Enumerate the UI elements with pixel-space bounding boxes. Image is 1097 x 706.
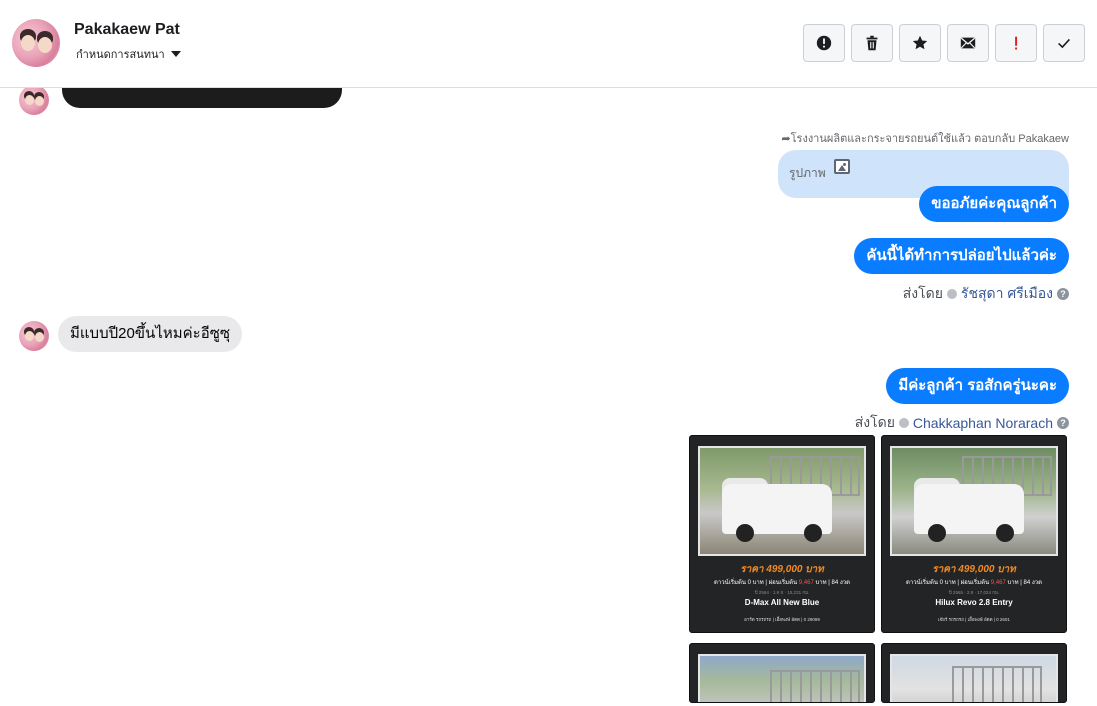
avatar[interactable]	[19, 321, 49, 351]
reply-arrow-icon: ➦	[781, 133, 791, 145]
reply-meta-text: โรงงานผลิตและกระจายรถยนต์ใช้แล้ว ตอบกลับ…	[790, 133, 1069, 145]
car-listing-card[interactable]	[881, 643, 1067, 703]
car-footer: เจ๊ยร์ รถรถรถ | เอื้อพงษ์ อัตต | 0 2601	[938, 617, 1010, 622]
car-footer: อาร์ต รถรถรถ | เอื้อพงษ์ อัตต | 0 29099	[744, 617, 820, 622]
car-listing-card[interactable]: ราคา 499,000 บาท ดาวน์เริ่มต้น 0 บาท | ผ…	[881, 435, 1067, 633]
important-button[interactable]	[995, 24, 1037, 62]
avatar[interactable]	[19, 88, 49, 115]
car-photo	[890, 654, 1058, 702]
verified-icon	[898, 418, 909, 428]
mail-icon	[960, 37, 976, 49]
car-photo	[890, 446, 1058, 556]
mark-unread-button[interactable]	[947, 24, 989, 62]
report-button[interactable]	[803, 24, 845, 62]
sent-by-label: ส่งโดย Chakkaphan Norarach ?	[855, 412, 1069, 434]
car-listing-card[interactable]	[689, 643, 875, 703]
verified-icon	[946, 289, 957, 299]
car-photo	[698, 654, 866, 702]
star-button[interactable]	[899, 24, 941, 62]
image-message-partial[interactable]	[62, 88, 342, 108]
trash-icon	[866, 35, 878, 51]
sender-name[interactable]: รัชสุดา ศรีเมือง	[961, 283, 1053, 305]
car-spec: ปี 2565 · 2.8 · 17,024 กม.	[948, 590, 1000, 595]
outgoing-message[interactable]: มีค่ะลูกค้า รอสักครู่นะคะ	[886, 368, 1069, 404]
car-photo	[698, 446, 866, 556]
car-terms: ดาวน์เริ่มต้น 0 บาท | ผ่อนเริ่มต้น 9,467…	[713, 580, 851, 586]
conversation-settings-label: กำหนดการสนทนา	[76, 49, 165, 61]
star-icon	[912, 35, 928, 50]
avatar[interactable]	[12, 19, 60, 67]
delete-button[interactable]	[851, 24, 893, 62]
message-thread: ➦โรงงานผลิตและกระจายรถยนต์ใช้แล้ว ตอบกลั…	[0, 88, 1097, 706]
check-icon	[1058, 38, 1070, 49]
outgoing-message[interactable]: คันนี้ได้ทำการปล่อยไปแล้วค่ะ	[854, 238, 1069, 274]
conversation-header: Pakakaew Pat กำหนดการสนทนา	[0, 0, 1097, 88]
car-terms: ดาวน์เริ่มต้น 0 บาท | ผ่อนเริ่มต้น 9,467…	[905, 580, 1043, 586]
car-listing-card[interactable]: ราคา 499,000 บาท ดาวน์เริ่มต้น 0 บาท | ผ…	[689, 435, 875, 633]
sender-name[interactable]: Chakkaphan Norarach	[913, 415, 1053, 431]
done-button[interactable]	[1043, 24, 1085, 62]
report-icon	[816, 35, 832, 51]
car-spec: ปี 2564 · 1.9 S · 15,231 กม.	[754, 590, 810, 595]
action-toolbar	[803, 24, 1085, 62]
sent-by-prefix: ส่งโดย	[854, 414, 895, 430]
car-model: D-Max All New Blue	[744, 598, 820, 607]
contact-name[interactable]: Pakakaew Pat	[74, 21, 180, 39]
sent-by-label: ส่งโดย รัชสุดา ศรีเมือง ?	[903, 283, 1069, 305]
car-model: Hilux Revo 2.8 Entry	[935, 598, 1013, 607]
outgoing-message[interactable]: ขออภัยค่ะคุณลูกค้า	[919, 186, 1069, 222]
sent-by-prefix: ส่งโดย	[902, 285, 943, 301]
help-icon[interactable]: ?	[1057, 288, 1069, 300]
help-icon[interactable]: ?	[1057, 417, 1069, 429]
alert-icon	[1015, 36, 1018, 50]
car-price: ราคา 499,000 บาท	[740, 564, 824, 575]
incoming-message[interactable]: มีแบบปี20ขึ้นไหมค่ะอีซูซุ	[58, 316, 243, 352]
image-icon	[834, 159, 850, 174]
car-price: ราคา 499,000 บาท	[932, 564, 1016, 575]
caret-down-icon	[170, 51, 181, 57]
quoted-reply-label: รูปภาพ	[789, 166, 826, 180]
reply-meta: ➦โรงงานผลิตและกระจายรถยนต์ใช้แล้ว ตอบกลั…	[781, 129, 1069, 147]
conversation-settings[interactable]: กำหนดการสนทนา	[76, 45, 181, 63]
